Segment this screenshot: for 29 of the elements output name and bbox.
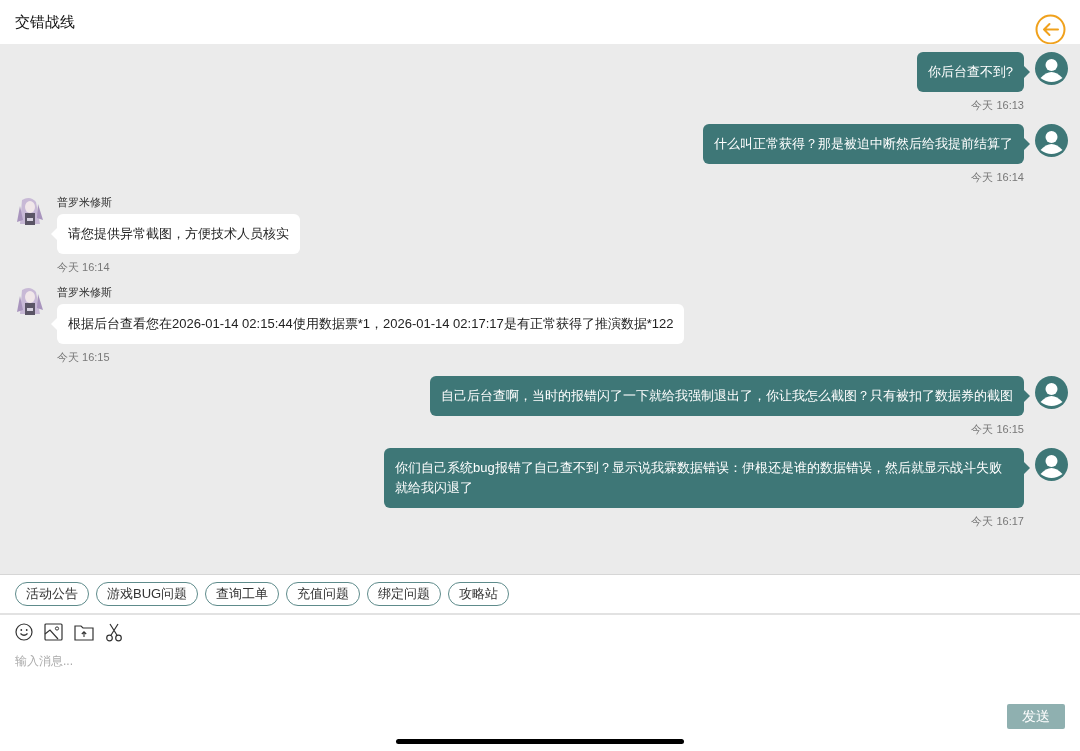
- image-icon[interactable]: [44, 623, 63, 641]
- sender-name: 普罗米修斯: [57, 195, 112, 209]
- scissors-icon[interactable]: [105, 622, 123, 642]
- message-bubble: 你后台查不到?: [916, 52, 1024, 92]
- quick-reply-chip[interactable]: 攻略站: [448, 582, 510, 606]
- emoji-icon[interactable]: [15, 623, 33, 641]
- sender-name: 普罗米修斯: [57, 285, 112, 299]
- message-bubble: 根据后台查看您在2026-01-14 02:15:44使用数据票*1，2026-01-14 02:17:17是有正常获得了推演数据*122: [57, 304, 685, 344]
- message-time: 今天 16:14: [971, 170, 1024, 184]
- user-avatar-icon: [1035, 124, 1068, 157]
- message-bubble: 什么叫正常获得？那是被迫中断然后给我提前结算了: [703, 124, 1024, 164]
- user-avatar-icon: [1035, 376, 1068, 409]
- upload-folder-icon[interactable]: [74, 623, 94, 641]
- message-time: 今天 16:14: [57, 260, 110, 274]
- chat-title: 交错战线: [15, 12, 75, 32]
- quick-reply-chip[interactable]: 绑定问题: [367, 582, 442, 606]
- quick-reply-chip[interactable]: 活动公告: [15, 582, 89, 606]
- user-avatar-icon: [1035, 52, 1068, 85]
- quick-reply-chip[interactable]: 查询工单: [205, 582, 280, 606]
- quick-reply-chip[interactable]: 充值问题: [286, 582, 361, 606]
- message-time: 今天 16:17: [971, 514, 1024, 528]
- message-bubble: 你们自己系统bug报错了自己查不到？显示说我霖数据错误：伊根还是谁的数据错误，然后就显示战斗失败就给我闪退了: [384, 448, 1024, 508]
- message-time: 今天 16:13: [971, 98, 1024, 112]
- quick-reply-chip[interactable]: 游戏BUG问题: [96, 582, 199, 606]
- message-bubble: 自己后台查啊，当时的报错闪了一下就给我强制退出了，你让我怎么截图？只有被扣了数据券的截图: [430, 376, 1024, 416]
- message-bubble: 请您提供异常截图，方便技术人员核实: [57, 214, 300, 254]
- user-avatar-icon: [1035, 448, 1068, 481]
- message-time: 今天 16:15: [971, 422, 1024, 436]
- message-time: 今天 16:15: [57, 350, 110, 364]
